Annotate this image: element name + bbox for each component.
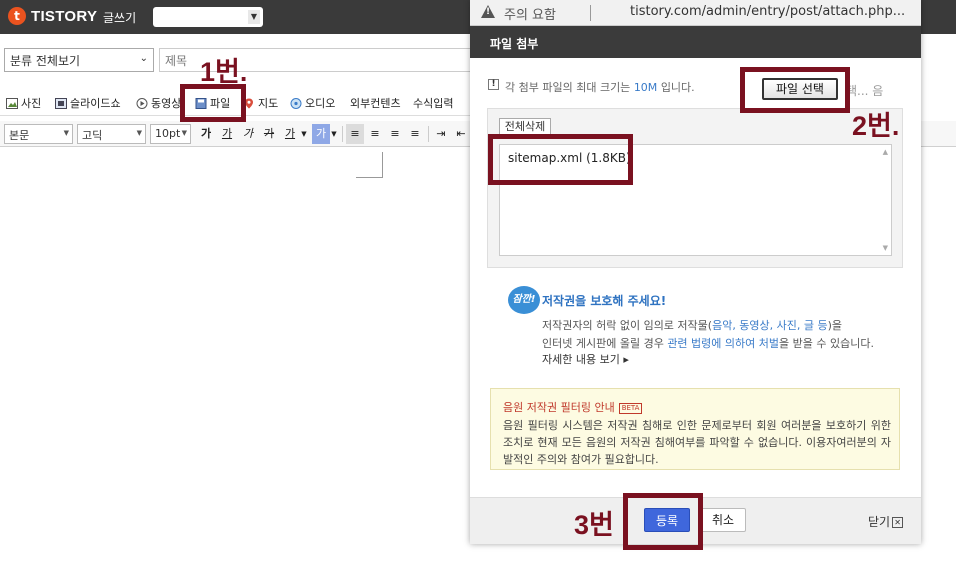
file-attach-popup: 주의 요함 tistory.com/admin/entry/post/attac… <box>470 0 921 544</box>
close-icon: ✕ <box>892 517 904 528</box>
outdent-icon[interactable]: ⇤ <box>452 124 470 144</box>
align-justify-icon[interactable]: ≡ <box>406 124 424 144</box>
copyright-text: )을 <box>827 319 843 332</box>
warning-icon <box>481 5 495 18</box>
underline-button[interactable]: 가 <box>218 124 236 144</box>
annotation-label-step2: 2번. <box>852 111 900 141</box>
copyright-text: 을 받을 수 있습니다. <box>779 337 874 350</box>
style-value: 본문 <box>9 129 30 142</box>
popup-header: 파일 첨부 <box>470 26 921 58</box>
font-color-button[interactable]: 가 <box>281 124 299 144</box>
detail-link[interactable]: 자세한 내용 보기 ▸ <box>542 351 629 367</box>
chevron-down-icon: ▼ <box>248 10 260 24</box>
tistory-logo-icon: t <box>8 7 26 25</box>
italic-button[interactable]: 가 <box>239 124 257 144</box>
attach-photo-button[interactable]: 사진 <box>6 95 41 111</box>
attach-slideshow-button[interactable]: 슬라이드쇼 <box>55 95 121 111</box>
align-left-icon[interactable]: ≡ <box>346 124 364 144</box>
attach-formula-button[interactable]: 수식입력 <box>413 95 453 111</box>
size-select[interactable]: 10pt ▼ <box>150 124 191 144</box>
attach-label: 외부컨텐츠 <box>350 97 401 110</box>
attach-label: 슬라이드쇼 <box>70 97 121 110</box>
annotation-label-step1: 1번. <box>200 57 248 87</box>
info-suffix: 입니다. <box>660 81 695 94</box>
attach-label: 지도 <box>258 97 279 110</box>
annotation-box-step2 <box>740 67 850 113</box>
copyright-notice: 저작권자의 허락 없이 임의로 저작물(음악, 동영상, 사진, 글 등)을 인… <box>542 317 902 353</box>
scroll-up-icon[interactable]: ▲ <box>883 148 888 156</box>
chevron-down-icon: ▼ <box>136 129 142 137</box>
copyright-text: 저작권자의 허락 없이 임의로 저작물( <box>542 319 713 332</box>
photo-icon <box>6 97 18 109</box>
tistory-logo[interactable]: t TISTORY <box>8 7 97 25</box>
bold-button[interactable]: 가 <box>197 124 215 144</box>
attach-label: 수식입력 <box>413 97 454 110</box>
write-label: 글쓰기 <box>103 11 137 25</box>
annotation-label-step3: 3번 <box>574 510 614 540</box>
annotation-box-step3 <box>623 493 703 550</box>
chevron-down-icon[interactable]: ▼ <box>300 124 308 144</box>
attach-external-button[interactable]: 외부컨텐츠 <box>350 95 401 111</box>
font-select[interactable]: 고딕 ▼ <box>77 124 146 144</box>
info-icon: ! <box>488 79 499 90</box>
popup-url-bar: 주의 요함 tistory.com/admin/entry/post/attac… <box>470 0 921 26</box>
size-value: 10pt <box>155 127 181 140</box>
info-size: 10M <box>633 81 658 94</box>
video-icon <box>136 97 148 109</box>
music-filter-title: 음원 저작권 필터링 안내 BETA <box>503 399 643 415</box>
font-value: 고딕 <box>82 129 103 142</box>
music-filter-body: 음원 필터링 시스템은 저작권 침해로 인한 문제로부터 회원 여러분을 보호하… <box>503 419 891 466</box>
align-right-icon[interactable]: ≡ <box>386 124 404 144</box>
music-title-text: 음원 저작권 필터링 안내 <box>503 401 615 414</box>
attach-label: 동영상 <box>151 97 182 110</box>
title-placeholder: 제목 <box>165 54 188 68</box>
attach-label: 오디오 <box>305 97 336 110</box>
slideshow-icon <box>55 97 67 109</box>
logo-text: TISTORY <box>31 7 98 25</box>
blog-select[interactable]: ▼ <box>153 7 263 27</box>
chevron-down-icon: ▼ <box>63 129 69 137</box>
attach-video-button[interactable]: 동영상 <box>136 95 181 111</box>
copyright-text: 인터넷 게시판에 올릴 경우 <box>542 337 664 350</box>
align-center-icon[interactable]: ≡ <box>366 124 384 144</box>
toolbar-divider <box>342 126 343 142</box>
attach-label: 사진 <box>21 97 42 110</box>
scroll-down-icon[interactable]: ▼ <box>883 244 888 252</box>
copyright-highlight: 관련 법령에 의하여 처벌 <box>667 337 780 350</box>
beta-badge: BETA <box>618 402 643 414</box>
strikethrough-button[interactable]: 가 <box>260 124 278 144</box>
cancel-button[interactable]: 취소 <box>700 508 746 532</box>
notice-badge-icon: 잠깐! <box>508 286 540 314</box>
chevron-down-icon: ⌄ <box>139 53 148 64</box>
toolbar-divider <box>428 126 429 142</box>
chevron-down-icon: ▼ <box>181 129 187 137</box>
audio-icon <box>290 97 302 109</box>
attach-map-button[interactable]: 지도 <box>243 95 278 111</box>
attach-audio-button[interactable]: 오디오 <box>290 95 335 111</box>
url-divider <box>590 5 591 21</box>
music-filter-notice: 음원 저작권 필터링 안내 BETA 음원 필터링 시스템은 저작권 침해로 인한… <box>490 388 900 470</box>
info-prefix: 각 첨부 파일의 최대 크기는 <box>505 81 631 94</box>
copyright-highlight: 음악, 동영상, 사진, 글 등 <box>712 319 828 332</box>
style-select[interactable]: 본문 ▼ <box>4 124 73 144</box>
popup-title: 파일 첨부 <box>490 37 539 51</box>
file-panel: 전체삭제 sitemap.xml (1.8KB) ▲ ▼ <box>487 108 903 268</box>
chevron-down-icon[interactable]: ▼ <box>330 124 338 144</box>
annotation-box-file <box>488 134 633 185</box>
copyright-title: 저작권을 보호해 주세요! <box>542 294 667 308</box>
annotation-box-step1 <box>180 84 246 122</box>
popup-url: tistory.com/admin/entry/post/attach.php.… <box>630 4 906 19</box>
category-select[interactable]: 분류 전체보기 ⌄ <box>4 48 154 72</box>
indent-icon[interactable]: ⇥ <box>432 124 450 144</box>
category-value: 분류 전체보기 <box>10 54 81 68</box>
max-size-info: 각 첨부 파일의 최대 크기는 10M 입니다. <box>505 79 695 95</box>
selected-file-text: 택... 음 <box>846 84 884 98</box>
security-warning: 주의 요함 <box>504 8 556 23</box>
highlight-color-button[interactable]: 가 <box>312 124 330 144</box>
close-label: 닫기 <box>868 515 891 529</box>
close-button[interactable]: 닫기 ✕ <box>868 513 904 530</box>
editor-caret <box>356 152 383 178</box>
